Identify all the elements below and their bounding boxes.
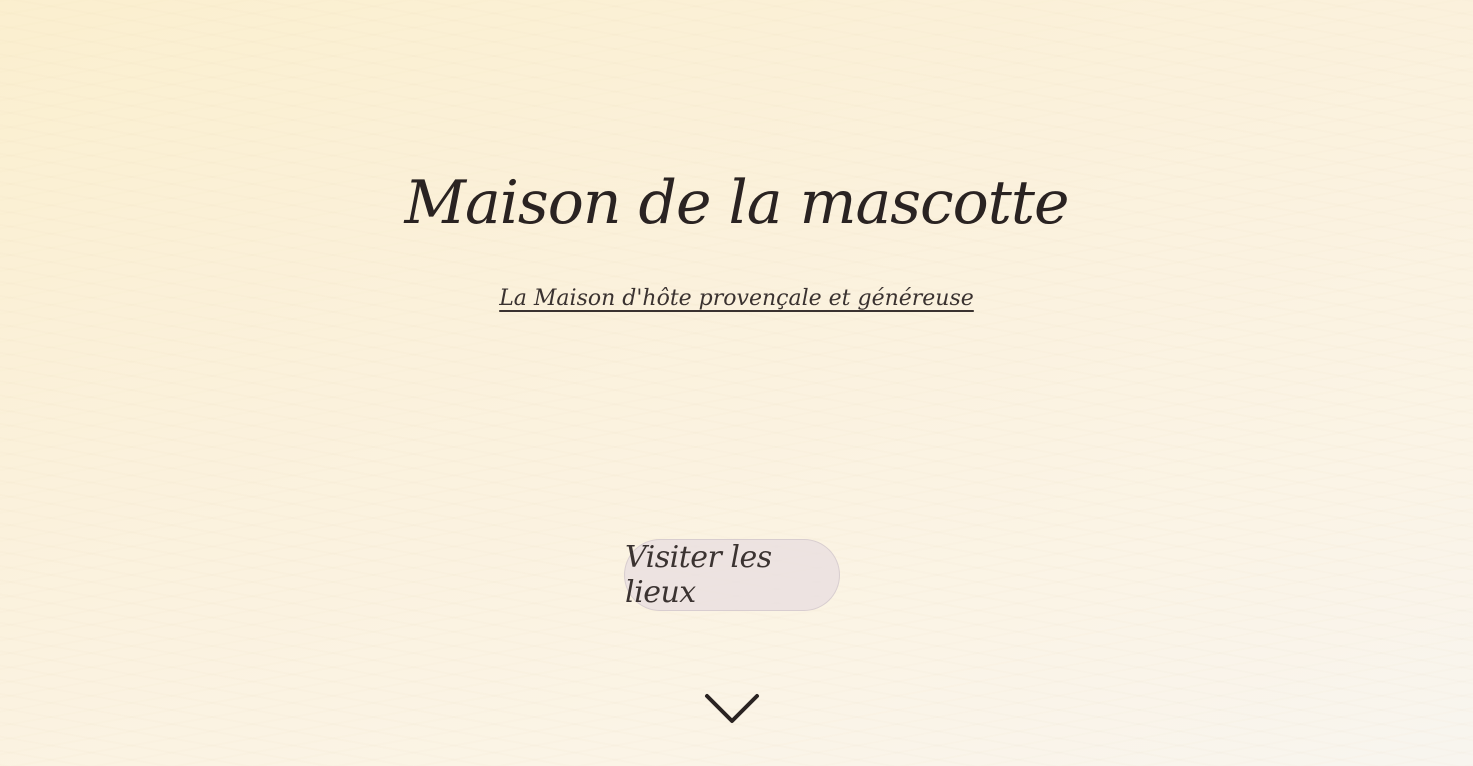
page-title: Maison de la mascotte bbox=[404, 168, 1070, 238]
chevron-down-icon bbox=[705, 694, 759, 723]
scroll-down-button[interactable] bbox=[703, 690, 761, 726]
tagline-text: La Maison d'hôte provençale et généreuse bbox=[499, 286, 974, 311]
hero-section: Maison de la mascotte La Maison d'hôte p… bbox=[0, 0, 1473, 766]
visit-button[interactable]: Visiter les lieux bbox=[624, 539, 840, 611]
tagline[interactable]: La Maison d'hôte provençale et généreuse bbox=[0, 286, 1473, 311]
